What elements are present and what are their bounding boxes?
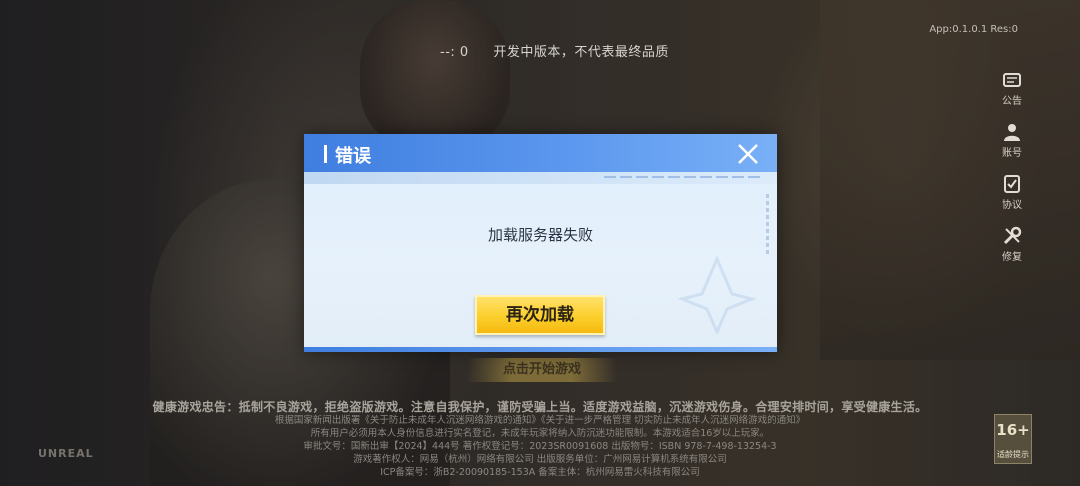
side-item-label: 公告: [1002, 96, 1022, 107]
legal-line: 所有用户必须用本人身份信息进行实名登记，未成年玩家将纳入防沉迷功能限制。本游戏适…: [310, 428, 770, 439]
repair-icon: [1002, 226, 1022, 246]
account-icon: [1002, 122, 1022, 142]
agreement-icon: [1002, 174, 1022, 194]
age-rating-number: 16+: [996, 421, 1030, 439]
retry-button[interactable]: 再次加载: [475, 295, 605, 335]
notice-icon: [1002, 70, 1022, 90]
legal-line: 根据国家新闻出版署《关于防止未成年人沉迷网络游戏的通知》《关于进一步严格管理 切…: [274, 415, 806, 426]
side-item-account[interactable]: 账号: [994, 122, 1030, 174]
close-icon: [738, 144, 758, 164]
side-item-label: 修复: [1002, 252, 1022, 263]
build-code: --: 0: [440, 45, 469, 60]
side-item-label: 账号: [1002, 148, 1022, 159]
dialog-title: 错误: [335, 146, 371, 167]
dialog-bottom-bar: [304, 347, 777, 352]
side-item-repair[interactable]: 修复: [994, 226, 1030, 278]
side-item-label: 协议: [1002, 200, 1022, 211]
error-dialog: 错误 加载服务器失败 再次加载: [304, 134, 777, 352]
notice-text: 开发中版本，不代表最终品质: [493, 45, 669, 60]
health-game-notice: 健康游戏忠告：抵制不良游戏，拒绝盗版游戏。注意自我保护，谨防受骗上当。适度游戏益…: [152, 400, 928, 414]
dev-version-notice: --: 0 开发中版本，不代表最终品质: [440, 41, 669, 60]
side-item-agreement[interactable]: 协议: [994, 174, 1030, 226]
title-accent-bar: [324, 145, 327, 163]
age-rating-badge: 16+ 适龄提示: [994, 414, 1032, 464]
header-decoration: [304, 172, 777, 184]
error-message: 加载服务器失败: [487, 226, 593, 244]
logo-watermark-icon: [677, 255, 757, 334]
legal-line: ICP备案号：浙B2-20090185-153A 备案主体：杭州网易雷火科技有限…: [380, 467, 700, 478]
legal-line: 游戏著作权人：网易（杭州）网络有限公司 出版服务单位：广州网易计算机系统有限公司: [353, 454, 727, 465]
legal-line: 审批文号：国新出审【2024】444号 著作权登记号：2023SR0091608…: [303, 441, 777, 452]
dashed-decoration: [604, 176, 764, 178]
version-label: App:0.1.0.1 Res:0: [929, 24, 1018, 35]
dialog-header: 错误: [304, 134, 777, 172]
side-item-notice[interactable]: 公告: [994, 70, 1030, 122]
age-rating-caption: 适龄提示: [997, 450, 1029, 459]
engine-logo: UNREAL: [38, 447, 94, 460]
close-button[interactable]: [735, 141, 761, 167]
side-menu: 公告 账号 协议 修复: [994, 70, 1030, 278]
start-game-button[interactable]: 点击开始游戏: [467, 358, 617, 382]
